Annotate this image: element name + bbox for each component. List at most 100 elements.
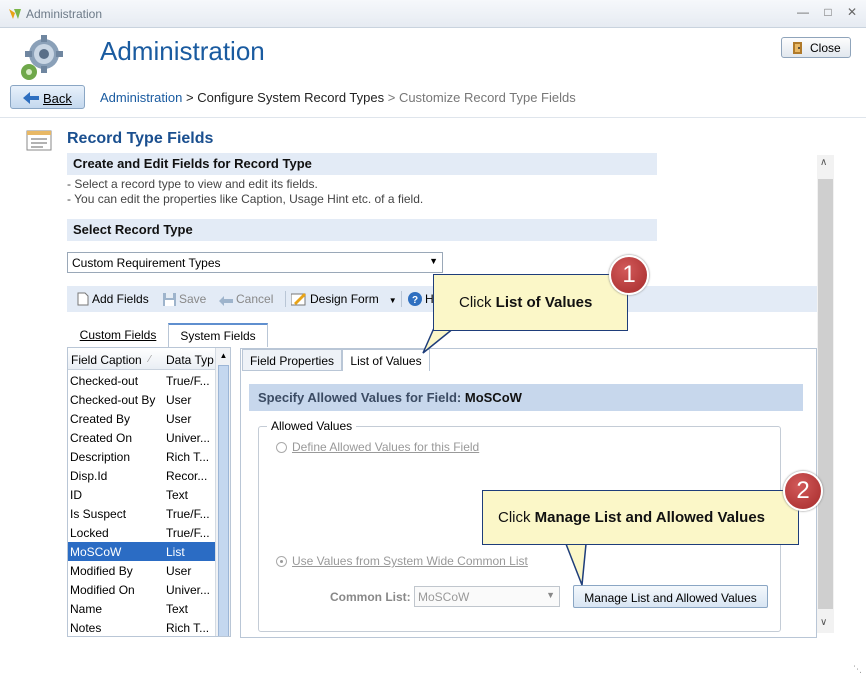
breadcrumb-current: Customize Record Type Fields bbox=[398, 90, 576, 105]
undo-icon bbox=[219, 295, 233, 309]
add-fields-button[interactable]: Add Fields bbox=[77, 292, 149, 309]
table-row[interactable]: ID Text bbox=[68, 485, 216, 504]
new-document-icon bbox=[77, 292, 89, 309]
back-button-label: Back bbox=[43, 91, 72, 106]
page-title: Administration bbox=[100, 36, 265, 66]
field-list[interactable]: Field Caption ⁄ Data Typ Checked-out True… bbox=[67, 347, 231, 637]
table-row[interactable]: Locked True/F... bbox=[68, 523, 216, 542]
scrollbar-thumb[interactable] bbox=[818, 179, 833, 609]
use-common-list-label: Use Values from System Wide Common List bbox=[292, 554, 528, 568]
common-list-label: Common List: bbox=[330, 590, 411, 604]
svg-text:?: ? bbox=[412, 295, 418, 306]
use-common-list-radio[interactable]: Use Values from System Wide Common List bbox=[276, 554, 528, 568]
field-list-header: Field Caption ⁄ Data Typ bbox=[68, 348, 216, 370]
chevron-down-icon[interactable]: ▼ bbox=[389, 296, 397, 305]
save-button[interactable]: Save bbox=[163, 292, 206, 309]
add-fields-label: Add Fields bbox=[92, 292, 149, 306]
table-row[interactable]: Checked-out By User bbox=[68, 390, 216, 409]
tab-custom-fields[interactable]: Custom Fields bbox=[70, 324, 166, 346]
table-row[interactable]: Modified By User bbox=[68, 561, 216, 580]
breadcrumb-configure[interactable]: Configure System Record Types bbox=[197, 90, 384, 105]
define-values-label: Define Allowed Values for this Field bbox=[292, 440, 480, 454]
heading-field-name: MoSCoW bbox=[464, 390, 522, 405]
maximize-icon[interactable]: □ bbox=[820, 5, 836, 19]
tab-list-of-values[interactable]: List of Values bbox=[342, 349, 430, 371]
table-row[interactable]: MoSCoW List bbox=[68, 542, 216, 561]
save-label: Save bbox=[179, 292, 207, 306]
common-list-dropdown[interactable]: MoSCoW ▼ bbox=[414, 586, 560, 607]
data-type-cell: Rich T... bbox=[166, 450, 210, 464]
field-caption-cell: Checked-out bbox=[70, 374, 139, 388]
select-record-type-heading: Select Record Type bbox=[67, 219, 657, 241]
design-form-button[interactable]: Design Form ▼ bbox=[290, 292, 397, 309]
field-caption-cell: Created By bbox=[70, 412, 131, 426]
record-type-value: Custom Requirement Types bbox=[72, 256, 221, 270]
breadcrumb-administration[interactable]: Administration bbox=[100, 90, 182, 105]
chevron-down-icon: ▼ bbox=[429, 256, 438, 266]
table-row[interactable]: Created On Univer... bbox=[68, 428, 216, 447]
table-row[interactable]: Name Text bbox=[68, 599, 216, 618]
scroll-up-icon[interactable]: ▲ bbox=[216, 348, 230, 364]
tab-field-properties[interactable]: Field Properties bbox=[242, 349, 342, 371]
allowed-values-heading: Specify Allowed Values for Field: MoSCoW bbox=[249, 384, 803, 411]
tab-label: List of Values bbox=[350, 354, 422, 368]
radio-on-icon bbox=[276, 556, 287, 567]
table-row[interactable]: Created By User bbox=[68, 409, 216, 428]
cancel-button[interactable]: Cancel bbox=[219, 292, 273, 309]
app-logo-icon bbox=[8, 7, 22, 24]
scroll-up-icon[interactable]: ∧ bbox=[820, 157, 827, 168]
field-caption-cell: Created On bbox=[70, 431, 133, 445]
back-button[interactable]: Back bbox=[10, 85, 85, 109]
close-button-label: Close bbox=[810, 41, 841, 55]
data-type-cell: Text bbox=[166, 488, 189, 502]
callout-list-of-values: Click List of Values bbox=[433, 274, 628, 331]
close-icon[interactable]: ✕ bbox=[844, 5, 860, 19]
data-type-cell: True/F... bbox=[166, 526, 210, 540]
breadcrumb-separator: > bbox=[384, 90, 399, 105]
scroll-down-icon[interactable]: ∨ bbox=[820, 617, 827, 628]
table-row[interactable]: Description Rich T... bbox=[68, 447, 216, 466]
resize-grip-icon[interactable]: ⋱ bbox=[853, 664, 862, 675]
callout-text: Click bbox=[498, 509, 535, 526]
breadcrumb: Administration > Configure System Record… bbox=[100, 90, 576, 105]
sort-ascending-icon: ⁄ bbox=[149, 354, 151, 365]
define-values-radio[interactable]: Define Allowed Values for this Field bbox=[276, 440, 479, 454]
common-list-value: MoSCoW bbox=[418, 590, 470, 604]
scrollbar-thumb[interactable] bbox=[218, 365, 229, 636]
record-type-dropdown[interactable]: Custom Requirement Types ▼ bbox=[67, 252, 443, 273]
field-caption-cell: Is Suspect bbox=[70, 507, 127, 521]
minimize-icon[interactable]: — bbox=[795, 5, 811, 19]
chevron-down-icon: ▼ bbox=[546, 590, 555, 600]
data-type-cell: User bbox=[166, 412, 192, 426]
manage-list-label: Manage List and Allowed Values bbox=[584, 591, 757, 605]
field-caption-cell: Locked bbox=[70, 526, 109, 540]
field-caption-cell: Description bbox=[70, 450, 131, 464]
radio-off-icon bbox=[276, 442, 287, 453]
table-row[interactable]: Is Suspect True/F... bbox=[68, 504, 216, 523]
close-button[interactable]: Close bbox=[781, 37, 851, 58]
column-header-field-caption[interactable]: Field Caption bbox=[71, 353, 142, 367]
callout-text: Click bbox=[459, 294, 496, 311]
table-row[interactable]: Checked-out True/F... bbox=[68, 371, 216, 390]
data-type-cell: Recor... bbox=[166, 469, 208, 483]
column-header-data-type[interactable]: Data Typ bbox=[166, 353, 216, 367]
step-badge: 1 bbox=[609, 255, 649, 295]
table-row[interactable]: Modified On Univer... bbox=[68, 580, 216, 599]
toolbar-separator bbox=[285, 291, 286, 307]
tab-label: Custom Fields bbox=[79, 328, 157, 342]
allowed-values-group-label: Allowed Values bbox=[267, 419, 357, 433]
cancel-label: Cancel bbox=[236, 292, 274, 306]
callout-emphasis: Manage List and Allowed Values bbox=[534, 509, 766, 526]
toolbar-separator bbox=[401, 291, 402, 307]
table-row[interactable]: Disp.Id Recor... bbox=[68, 466, 216, 485]
tab-system-fields[interactable]: System Fields bbox=[168, 323, 268, 347]
table-row[interactable]: Notes Rich T... bbox=[68, 618, 216, 636]
data-type-cell: User bbox=[166, 393, 192, 407]
field-list-scrollbar[interactable]: ▲ bbox=[215, 348, 230, 636]
tab-label: System Fields bbox=[180, 329, 256, 343]
help-text: - You can edit the properties like Capti… bbox=[67, 192, 424, 206]
design-form-label: Design Form bbox=[310, 292, 379, 306]
tab-label: Field Properties bbox=[249, 354, 335, 368]
field-caption-cell: Modified By bbox=[70, 564, 133, 578]
main-scrollbar[interactable]: ∧ ∨ bbox=[817, 155, 834, 633]
